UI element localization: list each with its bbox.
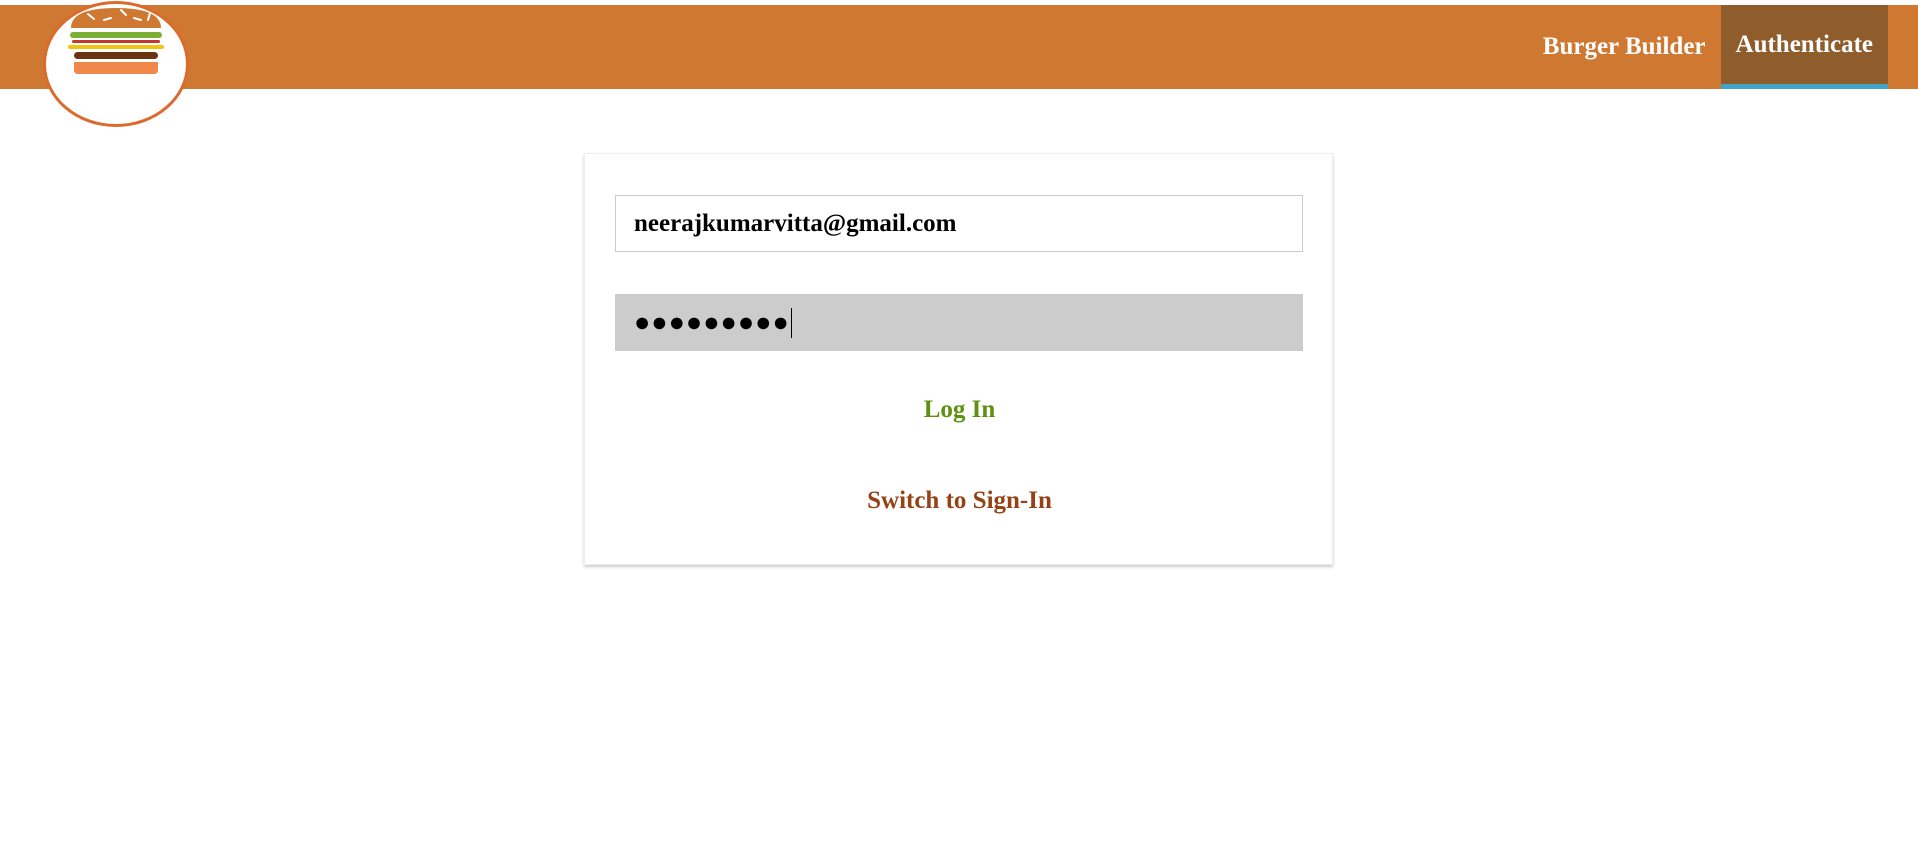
nav-burger-builder[interactable]: Burger Builder	[1528, 5, 1721, 89]
auth-card: neerajkumarvitta@gmail.com ●●●●●●●●● Log…	[584, 153, 1333, 565]
switch-to-signin-button[interactable]: Switch to Sign-In	[585, 487, 1334, 515]
email-field[interactable]: neerajkumarvitta@gmail.com	[615, 195, 1303, 252]
toolbar: Burger Builder Authenticate	[0, 1, 1918, 127]
email-value: neerajkumarvitta@gmail.com	[634, 209, 957, 237]
password-value: ●●●●●●●●●	[634, 307, 790, 337]
burger-logo-graphic	[68, 8, 164, 74]
main-nav: Burger Builder Authenticate	[1528, 5, 1888, 89]
burger-logo-icon[interactable]	[43, 1, 189, 127]
nav-authenticate[interactable]: Authenticate	[1720, 5, 1888, 89]
text-caret	[790, 307, 792, 338]
login-button[interactable]: Log In	[585, 396, 1334, 424]
password-field[interactable]: ●●●●●●●●●	[615, 294, 1303, 351]
